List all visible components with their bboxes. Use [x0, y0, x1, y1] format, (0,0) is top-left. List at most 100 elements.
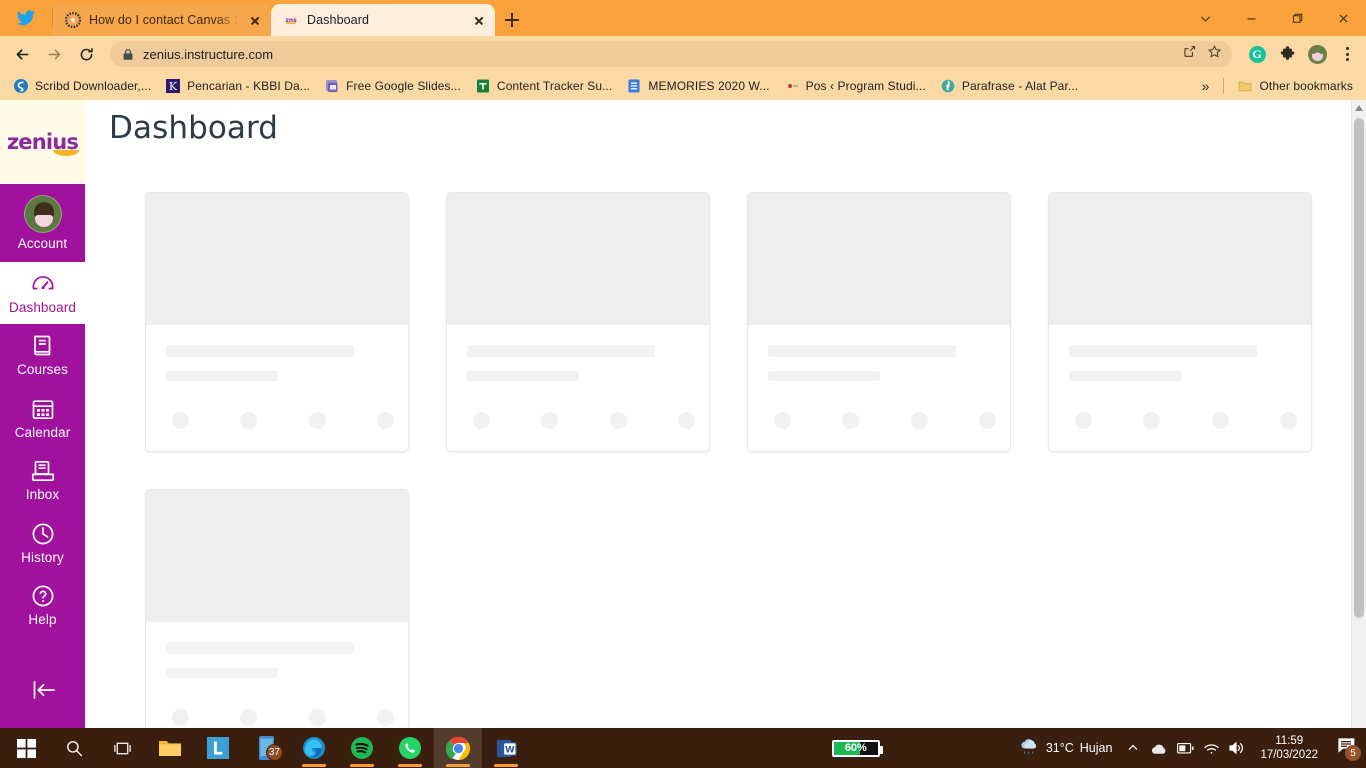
close-icon[interactable]	[1320, 0, 1366, 36]
minimize-nav-icon[interactable]	[0, 662, 85, 728]
google-chrome-icon[interactable]	[434, 728, 482, 768]
battery-widget[interactable]: 60%	[831, 739, 883, 757]
placeholder-dot	[910, 412, 928, 429]
battery-percent: 60%	[844, 742, 867, 754]
start-button[interactable]	[2, 728, 50, 768]
new-tab-button[interactable]	[495, 4, 529, 36]
lightshot-icon[interactable]	[194, 728, 242, 768]
sidebar-item-calendar[interactable]: Calendar	[0, 387, 85, 450]
sidebar-item-history[interactable]: History	[0, 512, 85, 575]
address-bar[interactable]: zenius.instructure.com	[110, 41, 1232, 67]
battery-icon[interactable]	[1172, 728, 1198, 768]
tab-title: Dashboard	[307, 13, 370, 27]
volume-icon[interactable]	[1224, 728, 1250, 768]
page-title: Dashboard	[109, 110, 279, 146]
notification-badge-count: 5	[1345, 745, 1361, 761]
scrollbar-thumb[interactable]	[1354, 118, 1364, 618]
placeholder-dot	[473, 412, 490, 429]
maximize-icon[interactable]	[1274, 0, 1320, 36]
card-image-placeholder	[447, 193, 709, 325]
placeholder-line-subtitle	[1069, 371, 1181, 381]
card-image-placeholder	[146, 193, 408, 325]
page-scrollbar[interactable]	[1351, 100, 1366, 728]
chevron-up-icon[interactable]	[1120, 728, 1146, 768]
bookmark-content-tracker[interactable]: Content Tracker Su...	[468, 75, 620, 97]
search-icon[interactable]	[50, 728, 98, 768]
sidebar-item-help[interactable]: Help	[0, 574, 85, 637]
bookmark-parafrase[interactable]: Parafrase - Alat Par...	[933, 75, 1085, 97]
skeleton-course-card[interactable]	[145, 192, 409, 452]
bookmark-label: Free Google Slides...	[346, 79, 461, 93]
close-icon[interactable]	[247, 12, 263, 28]
weather-widget[interactable]: 31°C Hujan	[1010, 737, 1121, 760]
share-icon[interactable]	[1182, 44, 1197, 64]
placeholder-dot	[376, 412, 394, 429]
browser-tab-canvas-support[interactable]: How do I contact Canvas Suppor	[53, 4, 271, 36]
placeholder-line-subtitle	[166, 668, 278, 678]
bookmark-star-icon[interactable]	[1207, 44, 1222, 64]
bookmarks-bar: Scribd Downloader,... K Pencarian - KBBI…	[0, 72, 1366, 100]
twitter-profile-icon[interactable]	[0, 0, 52, 36]
skeleton-course-card[interactable]	[145, 489, 409, 728]
card-text-placeholder	[447, 325, 709, 412]
sidebar-item-courses[interactable]: Courses	[0, 324, 85, 387]
sidebar-item-dashboard[interactable]: Dashboard	[0, 261, 85, 325]
placeholder-line-title	[467, 345, 655, 357]
taskbar-clock[interactable]: 11:59 17/03/2022	[1250, 734, 1328, 763]
bookmark-google-slides[interactable]: Free Google Slides...	[317, 75, 468, 97]
wifi-icon[interactable]	[1198, 728, 1224, 768]
folder-icon	[1237, 78, 1253, 94]
skeleton-course-card[interactable]	[446, 192, 710, 452]
onedrive-cloud-icon[interactable]	[1146, 728, 1172, 768]
bookmark-pos-program-studi[interactable]: Pos ‹ Program Studi...	[777, 75, 933, 97]
card-image-placeholder	[146, 490, 408, 622]
back-arrow-icon[interactable]	[8, 40, 36, 68]
placeholder-dot	[240, 709, 258, 726]
zenius-logo-swoosh	[53, 150, 80, 156]
microsoft-edge-icon[interactable]	[290, 728, 338, 768]
reload-icon[interactable]	[72, 40, 100, 68]
whatsapp-icon[interactable]	[386, 728, 434, 768]
zenius-logo[interactable]: zenius	[0, 100, 85, 184]
spotify-icon[interactable]	[338, 728, 386, 768]
bookmark-label: Scribd Downloader,...	[35, 79, 152, 93]
other-bookmarks-label: Other bookmarks	[1259, 79, 1353, 93]
microsoft-word-icon[interactable]: W	[482, 728, 530, 768]
bookmark-memories-2020[interactable]: MEMORIES 2020 W...	[619, 75, 776, 97]
file-explorer-icon[interactable]	[146, 728, 194, 768]
sidebar-item-inbox[interactable]: Inbox	[0, 449, 85, 512]
bookmark-kbbi[interactable]: K Pencarian - KBBI Da...	[158, 75, 317, 97]
minimize-icon[interactable]	[1228, 0, 1274, 36]
bookmarks-overflow-button[interactable]: »	[1194, 78, 1218, 94]
forward-arrow-icon[interactable]	[40, 40, 68, 68]
close-icon[interactable]	[471, 12, 487, 28]
weather-temperature: 31°C	[1045, 741, 1074, 755]
bookmark-label: Parafrase - Alat Par...	[961, 79, 1079, 93]
tab-search-icon[interactable]	[1182, 0, 1228, 36]
bookmark-label: Content Tracker Su...	[496, 79, 613, 93]
sidebar-item-account[interactable]: Account	[0, 184, 85, 262]
card-image-placeholder	[748, 193, 1010, 325]
grammarly-icon[interactable]: G	[1246, 43, 1268, 65]
clock-date: 17/03/2022	[1260, 749, 1318, 761]
dashboard-card-grid	[85, 146, 1366, 728]
window-controls	[1182, 0, 1366, 36]
placeholder-dot	[541, 412, 559, 429]
puzzle-piece-icon[interactable]	[1276, 43, 1298, 65]
skeleton-course-card[interactable]	[747, 192, 1011, 452]
bookmark-label: MEMORIES 2020 W...	[648, 79, 770, 93]
tab-strip: How do I contact Canvas Suppor zns Dashb…	[0, 0, 1366, 36]
tab-title: How do I contact Canvas Suppor	[89, 13, 239, 27]
three-dot-menu-icon[interactable]	[1336, 43, 1358, 65]
other-bookmarks-folder[interactable]: Other bookmarks	[1230, 75, 1360, 97]
bookmark-scribd[interactable]: Scribd Downloader,...	[6, 75, 158, 97]
scroll-up-arrow-icon[interactable]	[1352, 100, 1366, 116]
your-phone-icon[interactable]: 37	[242, 728, 290, 768]
svg-text:W: W	[505, 745, 515, 755]
task-view-icon[interactable]	[98, 728, 146, 768]
browser-tab-dashboard[interactable]: zns Dashboard	[271, 4, 495, 36]
notification-center-button[interactable]: 5	[1328, 728, 1364, 768]
skeleton-course-card[interactable]	[1048, 192, 1312, 452]
profile-avatar-icon[interactable]	[1306, 43, 1328, 65]
